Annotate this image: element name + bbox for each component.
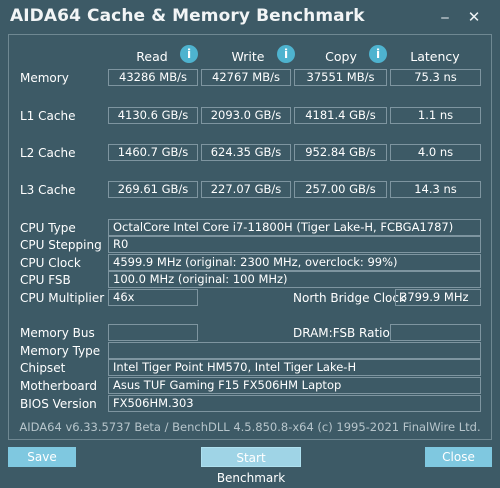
row-label-memory: Memory xyxy=(20,71,69,85)
l2-copy-value: 952.84 GB/s xyxy=(294,144,387,161)
l1-write-value: 2093.0 GB/s xyxy=(201,107,291,124)
memory-type-value xyxy=(108,342,481,359)
memory-latency-value: 75.3 ns xyxy=(390,69,481,86)
column-header-copy: Copy xyxy=(325,49,357,64)
cpu-type-label: CPU Type xyxy=(20,221,76,235)
version-footer: AIDA64 v6.33.5737 Beta / BenchDLL 4.5.85… xyxy=(19,420,481,434)
l2-write-value: 624.35 GB/s xyxy=(201,144,291,161)
l1-read-value: 4130.6 GB/s xyxy=(108,107,198,124)
motherboard-label: Motherboard xyxy=(20,379,97,393)
memory-read-value: 43286 MB/s xyxy=(108,69,198,86)
column-header-latency: Latency xyxy=(410,49,460,64)
column-header-read: Read xyxy=(136,49,168,64)
bios-version-value: FX506HM.303 xyxy=(108,395,481,412)
cpu-stepping-value: R0 xyxy=(108,236,481,253)
info-icon-copy[interactable]: i xyxy=(369,45,387,63)
cpu-type-value: OctalCore Intel Core i7-11800H (Tiger La… xyxy=(108,219,481,236)
chipset-label: Chipset xyxy=(20,361,66,375)
start-benchmark-button[interactable]: Start Benchmark xyxy=(201,447,301,485)
row-label-l2-cache: L2 Cache xyxy=(20,146,76,160)
bios-version-label: BIOS Version xyxy=(20,397,97,411)
cpu-multiplier-label: CPU Multiplier xyxy=(20,291,105,305)
l2-latency-value: 4.0 ns xyxy=(390,144,481,161)
cpu-stepping-label: CPU Stepping xyxy=(20,238,102,252)
l2-read-value: 1460.7 GB/s xyxy=(108,144,198,161)
memory-bus-value xyxy=(108,324,198,341)
cpu-fsb-value: 100.0 MHz (original: 100 MHz) xyxy=(108,271,481,288)
row-label-l3-cache: L3 Cache xyxy=(20,183,76,197)
row-label-l1-cache: L1 Cache xyxy=(20,109,76,123)
title-bar: AIDA64 Cache & Memory Benchmark ⎯ ✕ xyxy=(0,0,500,34)
minimize-icon[interactable]: ⎯ xyxy=(434,6,456,28)
info-icon-write[interactable]: i xyxy=(277,45,295,63)
memory-bus-label: Memory Bus xyxy=(20,326,95,340)
cpu-clock-value: 4599.9 MHz (original: 2300 MHz, overcloc… xyxy=(108,254,481,271)
memory-write-value: 42767 MB/s xyxy=(201,69,291,86)
dram-ratio-value xyxy=(390,324,481,341)
l3-read-value: 269.61 GB/s xyxy=(108,181,198,198)
motherboard-value: Asus TUF Gaming F15 FX506HM Laptop xyxy=(108,377,481,394)
memory-type-label: Memory Type xyxy=(20,344,101,358)
memory-copy-value: 37551 MB/s xyxy=(294,69,387,86)
l1-latency-value: 1.1 ns xyxy=(390,107,481,124)
close-button[interactable]: Close xyxy=(425,447,492,467)
l3-write-value: 227.07 GB/s xyxy=(201,181,291,198)
cpu-clock-label: CPU Clock xyxy=(20,256,81,270)
nb-clock-label: North Bridge Clock xyxy=(293,291,406,305)
close-icon[interactable]: ✕ xyxy=(463,6,485,28)
cpu-fsb-label: CPU FSB xyxy=(20,273,71,287)
cpu-multiplier-value: 46x xyxy=(108,289,198,306)
info-icon-read[interactable]: i xyxy=(180,45,198,63)
column-header-write: Write xyxy=(231,49,265,64)
nb-clock-value: 3799.9 MHz xyxy=(395,289,481,306)
save-button[interactable]: Save xyxy=(8,447,76,467)
l3-latency-value: 14.3 ns xyxy=(390,181,481,198)
chipset-value: Intel Tiger Point HM570, Intel Tiger Lak… xyxy=(108,359,481,376)
window-title: AIDA64 Cache & Memory Benchmark xyxy=(10,6,365,26)
dram-ratio-label: DRAM:FSB Ratio xyxy=(293,326,390,340)
l3-copy-value: 257.00 GB/s xyxy=(294,181,387,198)
l1-copy-value: 4181.4 GB/s xyxy=(294,107,387,124)
